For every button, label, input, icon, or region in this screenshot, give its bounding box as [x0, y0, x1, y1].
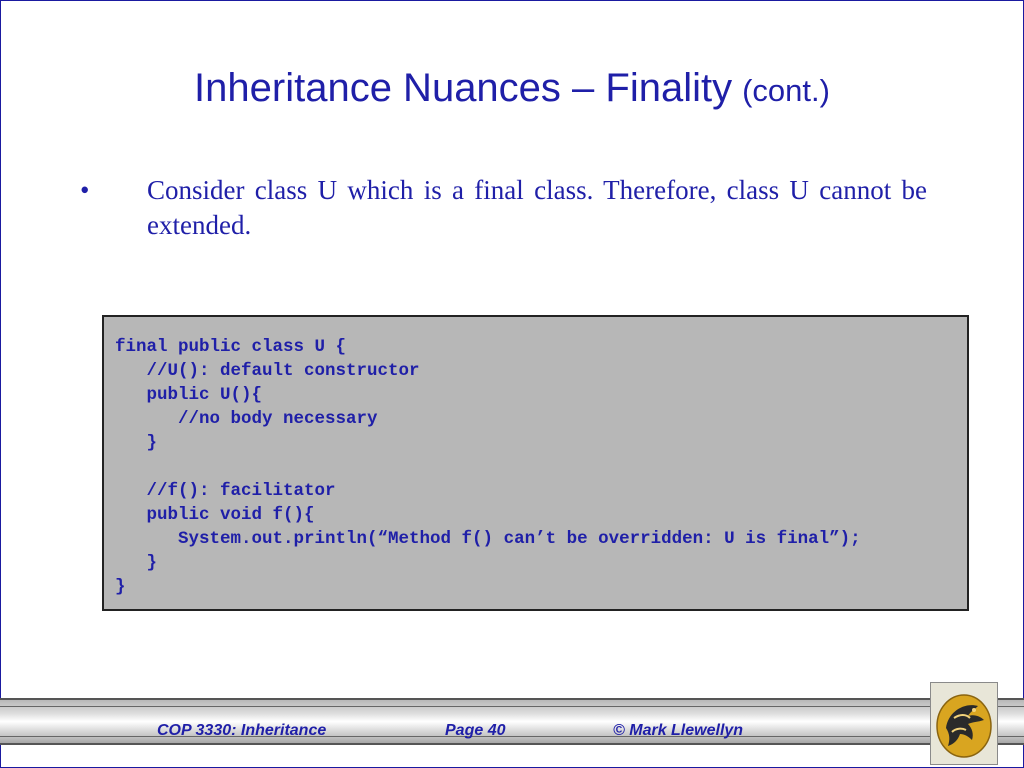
footer-bar [0, 698, 1024, 745]
ucf-pegasus-logo-icon [930, 682, 998, 765]
code-line: } [115, 553, 158, 573]
code-block: final public class U { //U(): default co… [102, 315, 969, 611]
code-line: //f(): facilitator [115, 481, 336, 501]
bullet-icon: • [80, 175, 90, 205]
slide-title-main: Inheritance Nuances – Finality [194, 66, 733, 110]
bullet-text: Consider class U which is a final class.… [147, 175, 927, 240]
footer-course: COP 3330: Inheritance [157, 722, 327, 739]
code-line: //U(): default constructor [115, 361, 420, 381]
slide-title-sub: (cont.) [742, 73, 830, 108]
code-line: } [115, 433, 158, 453]
code-line: } [115, 577, 126, 597]
code-line: System.out.println(“Method f() can’t be … [115, 529, 861, 549]
code-line: //no body necessary [115, 409, 378, 429]
footer-author: © Mark Llewellyn [613, 722, 744, 739]
code-line: public void f(){ [115, 505, 315, 525]
slide-title: Inheritance Nuances – Finality (cont.) [0, 66, 1024, 111]
footer-page-number: Page 40 [445, 722, 506, 739]
code-line: public U(){ [115, 385, 263, 405]
code-line: final public class U { [115, 337, 347, 357]
